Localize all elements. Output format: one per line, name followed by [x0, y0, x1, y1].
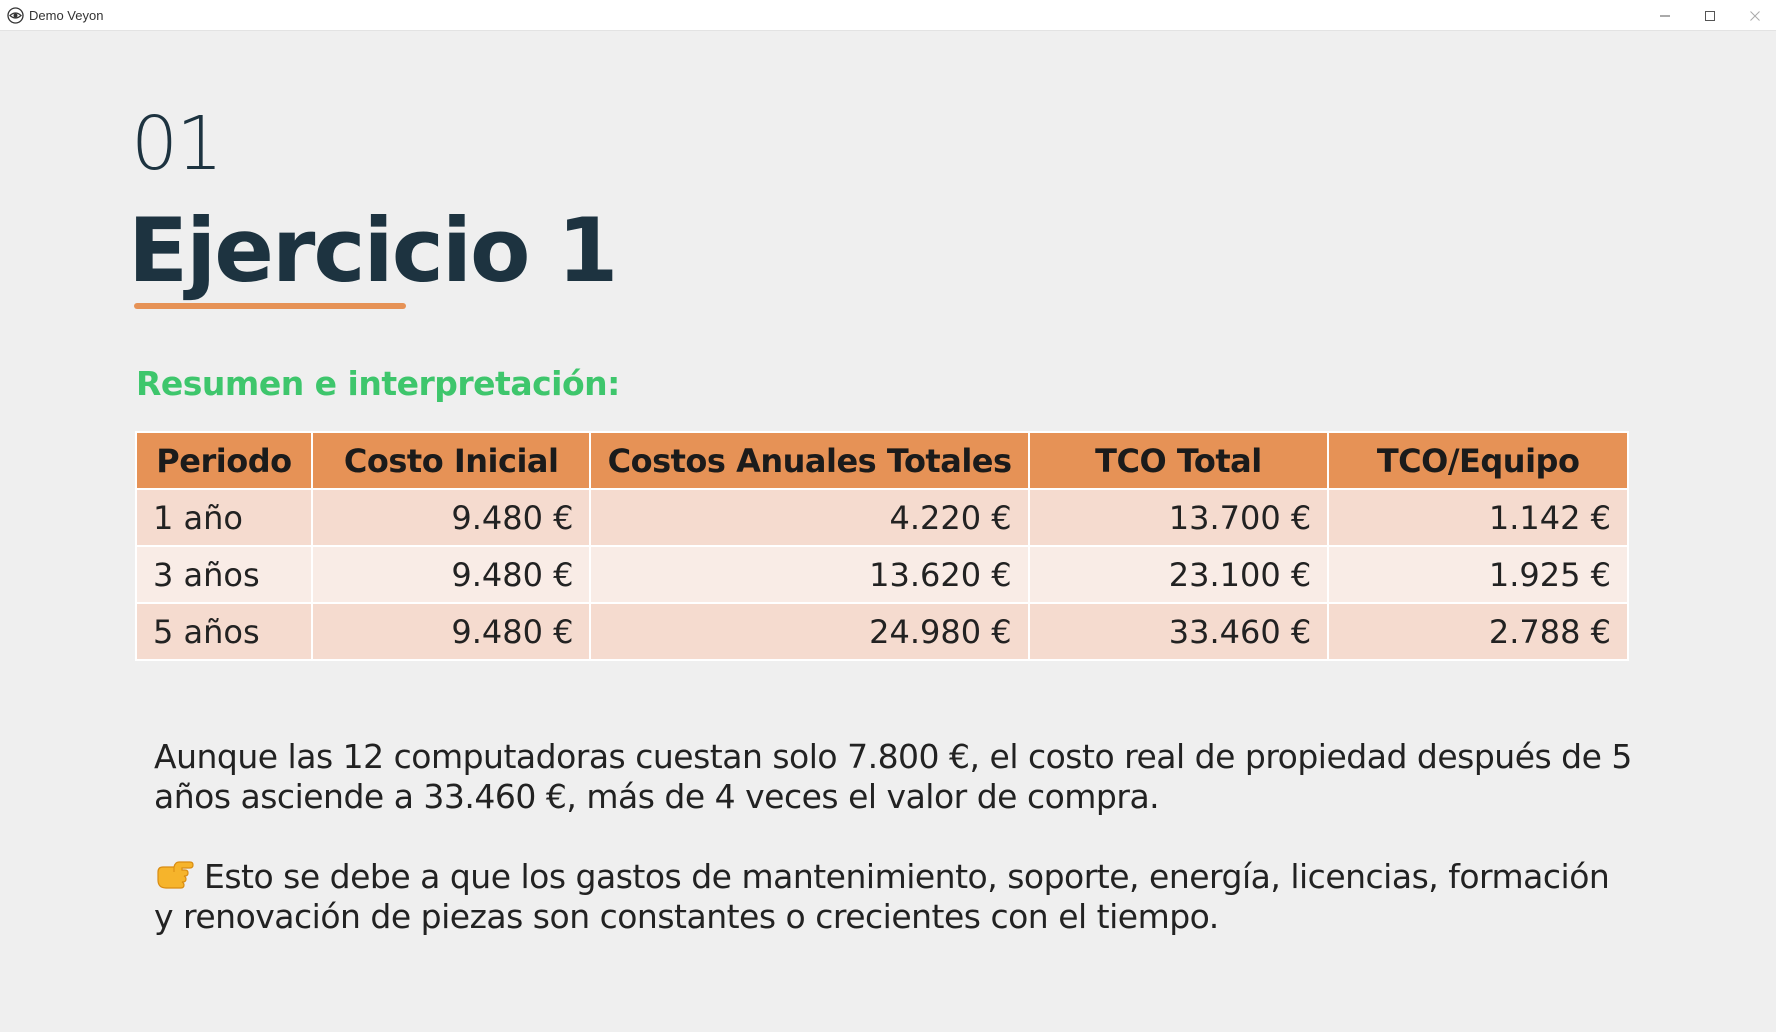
app-window: Demo Veyon 01 Ejercicio 1 Resumen e inte…	[0, 0, 1776, 1032]
close-button[interactable]	[1732, 0, 1776, 31]
explanation-text: Esto se debe a que los gastos de manteni…	[154, 857, 1610, 936]
title-bar[interactable]: Demo Veyon	[0, 0, 1776, 31]
minimize-icon	[1660, 15, 1670, 16]
header-costos-anuales-totales: Costos Anuales Totales	[589, 431, 1030, 490]
cell-tco-equipo: 1.925 €	[1327, 545, 1629, 604]
cell-periodo: 1 año	[135, 488, 313, 547]
maximize-icon	[1705, 10, 1715, 21]
table-row: 3 años 9.480 € 13.620 € 23.100 € 1.925 €	[135, 545, 1629, 604]
slide-number: 01	[131, 101, 223, 187]
window-title: Demo Veyon	[29, 8, 104, 23]
cell-costo-inicial: 9.480 €	[310, 545, 592, 604]
cell-costos-anuales: 24.980 €	[589, 602, 1030, 661]
tco-table: Periodo Costo Inicial Costos Anuales Tot…	[135, 431, 1629, 661]
cell-tco-total: 33.460 €	[1027, 602, 1330, 661]
cell-costos-anuales: 13.620 €	[589, 545, 1030, 604]
cell-costo-inicial: 9.480 €	[310, 488, 592, 547]
header-tco-total: TCO Total	[1027, 431, 1330, 490]
cell-tco-equipo: 1.142 €	[1327, 488, 1629, 547]
interpretation-paragraph: Aunque las 12 computadoras cuestan solo …	[154, 737, 1632, 816]
cell-tco-equipo: 2.788 €	[1327, 602, 1629, 661]
presentation-slide: 01 Ejercicio 1 Resumen e interpretación:…	[0, 31, 1776, 1032]
title-underline	[134, 303, 406, 309]
header-costo-inicial: Costo Inicial	[310, 431, 592, 490]
section-heading: Resumen e interpretación:	[136, 364, 620, 403]
cell-tco-total: 23.100 €	[1027, 545, 1330, 604]
slide-title: Ejercicio 1	[128, 199, 618, 302]
cell-periodo: 3 años	[135, 545, 313, 604]
explanation-paragraph: Esto se debe a que los gastos de manteni…	[154, 857, 1634, 937]
cell-costos-anuales: 4.220 €	[589, 488, 1030, 547]
cell-costo-inicial: 9.480 €	[310, 602, 592, 661]
table-row: 1 año 9.480 € 4.220 € 13.700 € 1.142 €	[135, 488, 1629, 547]
maximize-button[interactable]	[1687, 0, 1733, 31]
veyon-eye-icon	[7, 7, 24, 24]
minimize-button[interactable]	[1642, 0, 1688, 31]
pointing-right-hand-icon	[157, 861, 194, 889]
cell-periodo: 5 años	[135, 602, 313, 661]
close-icon	[1750, 10, 1760, 21]
header-periodo: Periodo	[135, 431, 313, 490]
cell-tco-total: 13.700 €	[1027, 488, 1330, 547]
header-tco-equipo: TCO/Equipo	[1327, 431, 1629, 490]
table-header-row: Periodo Costo Inicial Costos Anuales Tot…	[135, 431, 1629, 490]
table-row: 5 años 9.480 € 24.980 € 33.460 € 2.788 €	[135, 602, 1629, 661]
